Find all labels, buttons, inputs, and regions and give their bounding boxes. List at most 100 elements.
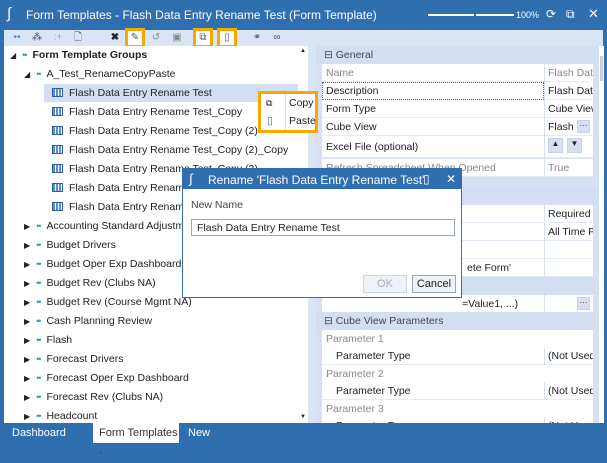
refresh-icon[interactable]: ⟳ — [546, 7, 556, 21]
prop-value[interactable]: Flash ··· — [545, 118, 593, 136]
prop-value[interactable]: Required — [545, 205, 593, 223]
tree-group[interactable]: ▶ •• Forecast Rev (Clubs NA) — [24, 388, 163, 406]
prop-row[interactable]: Form Type — [322, 100, 544, 118]
prop-value[interactable]: ▲ ▼ — [545, 136, 593, 158]
add-group-icon[interactable]: :+ — [51, 31, 65, 45]
prop-row[interactable]: Excel File (optional) — [322, 136, 544, 158]
tree-group[interactable]: ▶ •• Budget Oper Exp Dashboard — [24, 255, 181, 273]
tree-group[interactable]: ▶ •• Flash — [24, 331, 72, 349]
paste-icon[interactable]: ▯ — [217, 28, 237, 48]
scroll-thumb[interactable] — [600, 56, 603, 81]
app-logo-icon: ∫ — [7, 5, 12, 22]
prop-value[interactable] — [545, 259, 593, 277]
param-type-value[interactable]: (Not Used) — [545, 347, 593, 365]
expand-icon[interactable]: ▶ — [24, 317, 30, 326]
expand-icon[interactable]: ▶ — [24, 374, 30, 383]
close-icon[interactable]: ✕ — [588, 6, 599, 22]
tree-label: A_Test_RenameCopyPaste — [46, 68, 176, 80]
new-form-icon[interactable]: 🗋 — [71, 31, 85, 45]
prop-label: ete Form' — [467, 262, 512, 274]
tree-group[interactable]: ▶ •• Headcount — [24, 407, 97, 423]
new-name-input[interactable] — [191, 219, 455, 236]
pin-icon[interactable]: ▯ — [423, 172, 430, 186]
prop-value[interactable]: All Time Periods — [545, 223, 593, 241]
tree-group[interactable]: ▶ •• Forecast Oper Exp Dashboard — [24, 369, 189, 387]
menu-item-paste[interactable]: Paste — [289, 115, 316, 127]
download-icon[interactable]: ▼ — [567, 138, 582, 153]
prop-value[interactable] — [545, 241, 593, 259]
property-scrollbar[interactable] — [599, 46, 604, 423]
tree-label: Headcount — [46, 410, 98, 422]
tree-scroll-down[interactable]: ▼ — [300, 414, 306, 420]
cancel-button[interactable]: Cancel — [412, 275, 456, 293]
form-grid-icon — [52, 88, 63, 97]
save-icon[interactable]: ▣ — [170, 31, 184, 45]
tab-new[interactable]: New — [188, 423, 210, 443]
tree-label: Flash Data Entry Rename Test — [69, 87, 212, 99]
toolbar: •• ⁂ :+ 🗋 ✖ ✎ ↺ ▣ ⧉ ▯ ⚭ ∞ — [4, 28, 603, 48]
ellipsis-button[interactable]: ··· — [577, 297, 590, 310]
tree-root[interactable]: ◢ •• Form Template Groups — [10, 46, 147, 64]
find-icon[interactable]: ∞ — [270, 31, 284, 45]
prop-label: Form Type — [326, 103, 376, 115]
prop-row[interactable]: Cube View — [322, 118, 544, 136]
tree-scroll-up[interactable]: ▲ — [300, 48, 306, 54]
undo-icon[interactable]: ↺ — [149, 31, 163, 45]
param-type-row[interactable]: Parameter Type — [322, 347, 544, 365]
menu-item-copy[interactable]: Copy — [289, 97, 314, 109]
expand-icon[interactable]: ▶ — [24, 222, 30, 231]
group-icon[interactable]: •• — [10, 31, 24, 45]
prop-row[interactable]: Name — [322, 64, 544, 82]
tree-group[interactable]: ▶ •• Forecast Drivers — [24, 350, 123, 368]
tree-icon[interactable]: ⁂ — [30, 31, 44, 45]
tree-label: Flash Data Entry Rename Test_Copy (2) — [69, 125, 258, 137]
zoom-slider-right[interactable] — [476, 14, 514, 16]
zoom-level: 100% — [516, 10, 540, 20]
search-objects-icon[interactable]: ⚭ — [250, 31, 264, 45]
param-type-row[interactable]: Parameter Type — [322, 382, 544, 400]
tree-item-form[interactable]: Flash Data Entry Rename Test_Copy (2)_Co… — [44, 141, 298, 159]
ellipsis-button[interactable]: ··· — [577, 120, 590, 133]
param-type-value[interactable]: (Not Used) — [545, 382, 593, 400]
expand-icon[interactable]: ▶ — [24, 412, 30, 421]
expand-icon[interactable]: ▶ — [24, 260, 30, 269]
zoom-slider-left[interactable] — [428, 14, 474, 16]
tree-group[interactable]: ▶ •• Accounting Standard Adjustments — [24, 217, 204, 235]
tree-label: Forecast Rev (Clubs NA) — [46, 391, 164, 403]
prop-value[interactable]: Flash Data Entry Rename Test — [545, 64, 593, 82]
prop-value-text: True — [548, 162, 570, 174]
ok-button[interactable]: OK — [363, 275, 407, 293]
prop-row[interactable]: Description — [322, 82, 544, 100]
tree-group[interactable]: ▶ •• Budget Drivers — [24, 236, 116, 254]
upload-icon[interactable]: ▲ — [548, 138, 563, 153]
section-cube-view-parameters[interactable]: ⊟ Cube View Parameters — [316, 312, 599, 330]
section-general[interactable]: ⊟ General — [316, 46, 599, 64]
tab-dashboard[interactable]: Dashboard — [12, 423, 66, 443]
tree-group[interactable]: ▶ •• Cash Planning Review — [24, 312, 152, 330]
popout-icon[interactable]: ⧉ — [566, 7, 575, 22]
prop-label: Description — [326, 85, 379, 97]
expand-icon[interactable]: ▶ — [24, 355, 30, 364]
rename-icon[interactable]: ✎ — [125, 28, 145, 48]
prop-value[interactable]: ··· — [545, 295, 593, 313]
copy-icon[interactable]: ⧉ — [193, 28, 213, 48]
tree-label: Cash Planning Review — [46, 315, 153, 327]
expand-icon[interactable]: ▶ — [24, 393, 30, 402]
expand-icon[interactable]: ▶ — [24, 241, 30, 250]
form-grid-icon — [52, 202, 63, 211]
expand-icon[interactable]: ▶ — [24, 336, 30, 345]
prop-value[interactable]: Cube View — [545, 100, 593, 118]
tree-label: Forecast Oper Exp Dashboard — [46, 372, 189, 384]
tree-group[interactable]: ▶ •• Budget Rev (Clubs NA) — [24, 274, 156, 292]
prop-value[interactable]: Flash Data Entry Rename Test — [545, 82, 593, 100]
expand-icon[interactable]: ▶ — [24, 298, 30, 307]
tree-group-a-test[interactable]: ◢ •• A_Test_RenameCopyPaste — [24, 65, 175, 83]
delete-icon[interactable]: ✖ — [108, 31, 122, 45]
tab-form-templates[interactable]: Form Templates · — [93, 423, 179, 459]
expand-icon[interactable]: ▶ — [24, 279, 30, 288]
param-header: Parameter 2 — [322, 365, 593, 383]
tree-group[interactable]: ▶ •• Budget Rev (Course Mgmt NA) — [24, 293, 192, 311]
bottom-tabs: Dashboard Form Templates · New — [0, 423, 607, 459]
dialog-close-icon[interactable]: ✕ — [446, 172, 456, 186]
prop-value[interactable]: True — [545, 159, 593, 177]
